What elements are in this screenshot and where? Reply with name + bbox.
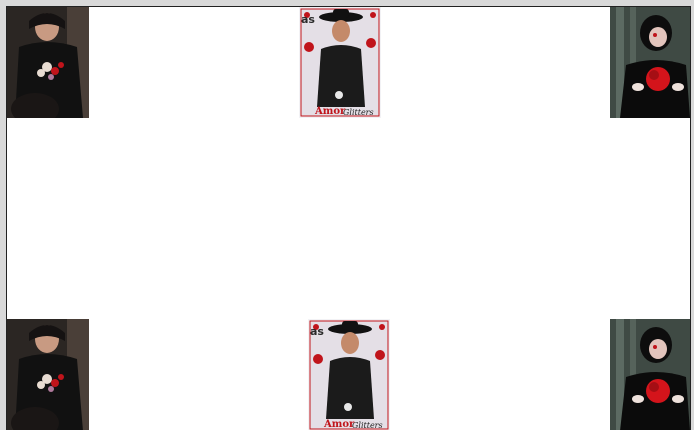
image-red-rose-bottom[interactable] bbox=[610, 319, 690, 430]
image-cowboy-top[interactable]: as Amor Glitters bbox=[299, 7, 381, 118]
photo-caption-secondary: Glitters bbox=[352, 421, 383, 430]
photo-caption: Amor bbox=[315, 106, 346, 117]
photo-hoodie-roses bbox=[7, 7, 89, 118]
photo-corner-text: as bbox=[310, 325, 324, 338]
photo-caption: Amor bbox=[324, 419, 355, 430]
photo-corner-text: as bbox=[301, 13, 315, 26]
image-hoodie-roses-bottom[interactable] bbox=[7, 319, 89, 430]
photo-red-rose bbox=[610, 7, 690, 118]
photo-red-rose bbox=[610, 319, 690, 430]
image-cowboy-bottom[interactable]: as Amor Glitters bbox=[308, 319, 390, 430]
content-area: as Amor Glitters as Amor Glitters bbox=[6, 6, 691, 430]
photo-caption-secondary: Glitters bbox=[343, 108, 374, 117]
app-window: as Amor Glitters as Amor Glitters bbox=[0, 0, 694, 430]
image-red-rose-top[interactable] bbox=[610, 7, 690, 118]
image-hoodie-roses-top[interactable] bbox=[7, 7, 89, 118]
photo-hoodie-roses bbox=[7, 319, 89, 430]
